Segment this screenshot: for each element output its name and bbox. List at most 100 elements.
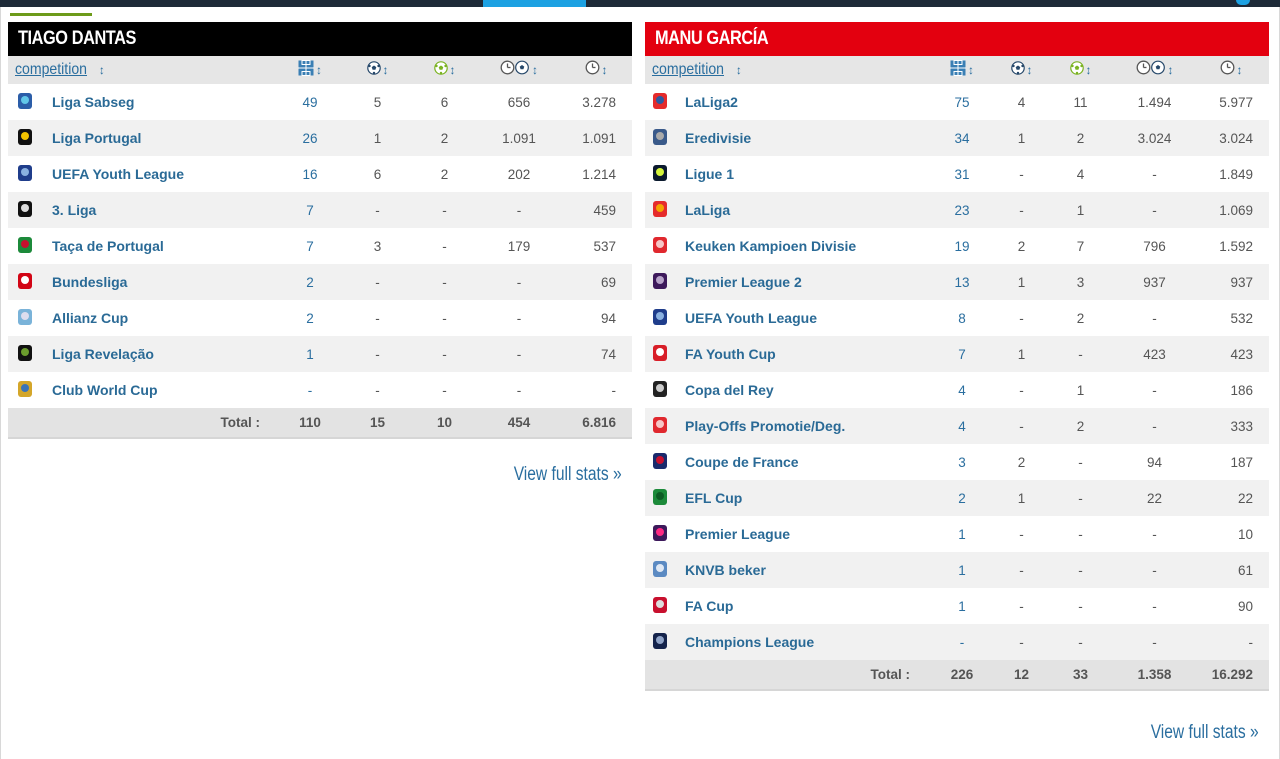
fa-youth-cup-icon[interactable] (650, 343, 670, 366)
sort-icon[interactable]: ↕ (968, 63, 974, 77)
competition-link[interactable]: Club World Cup (52, 382, 158, 398)
sort-icon[interactable]: ↕ (602, 63, 608, 77)
lineup-icon[interactable] (298, 59, 315, 81)
uefa-youth-league-icon[interactable] (15, 163, 35, 186)
apps-link[interactable]: 16 (303, 167, 318, 182)
competition-link[interactable]: Liga Portugal (52, 130, 141, 146)
competition-logo[interactable] (8, 372, 42, 408)
competition-logo[interactable] (645, 264, 675, 300)
assists-header[interactable]: ↕ (411, 56, 478, 84)
competition-link[interactable]: Premier League 2 (685, 274, 802, 290)
competition-link[interactable]: UEFA Youth League (685, 310, 817, 326)
competition-header[interactable]: competition ↕ (8, 56, 276, 84)
copa-del-rey-icon[interactable] (650, 379, 670, 402)
competition-link[interactable]: Liga Revelação (52, 346, 154, 362)
keuken-kampioen-divisie-icon[interactable] (650, 235, 670, 258)
eredivisie-icon[interactable] (650, 127, 670, 150)
competition-logo[interactable] (8, 228, 42, 264)
premier-league-2-icon[interactable] (650, 271, 670, 294)
competition-link[interactable]: Liga Sabseg (52, 94, 134, 110)
competition-link[interactable]: Play-Offs Promotie/Deg. (685, 418, 845, 434)
sort-icon[interactable]: ↕ (1237, 63, 1243, 77)
competition-link[interactable]: Copa del Rey (685, 382, 774, 398)
sort-icon[interactable]: ↕ (1027, 63, 1033, 77)
apps-link[interactable]: 23 (955, 203, 970, 218)
competition-logo[interactable] (8, 264, 42, 300)
coupe-de-france-icon[interactable] (650, 451, 670, 474)
competition-logo[interactable] (645, 300, 675, 336)
fa-cup-icon[interactable] (650, 595, 670, 618)
liga-revelacao-icon[interactable] (15, 343, 35, 366)
uefa-youth-league-icon[interactable] (650, 307, 670, 330)
sort-icon[interactable]: ↕ (736, 63, 742, 77)
competition-link[interactable]: FA Cup (685, 598, 733, 614)
apps-link[interactable]: - (960, 635, 965, 650)
sort-icon[interactable]: ↕ (383, 63, 389, 77)
competition-link[interactable]: UEFA Youth League (52, 166, 184, 182)
knvb-beker-icon[interactable] (650, 559, 670, 582)
competition-link[interactable]: KNVB beker (685, 562, 766, 578)
competition-link[interactable]: Taça de Portugal (52, 238, 164, 254)
competition-logo[interactable] (645, 120, 675, 156)
club-world-cup-icon[interactable] (15, 379, 35, 402)
competition-logo[interactable] (645, 552, 675, 588)
lineup-icon[interactable] (950, 59, 967, 81)
competition-logo[interactable] (645, 84, 675, 120)
competition-logo[interactable] (645, 516, 675, 552)
laliga2-icon[interactable] (650, 91, 670, 114)
competition-link[interactable]: Ligue 1 (685, 166, 734, 182)
competition-link[interactable]: Keuken Kampioen Divisie (685, 238, 856, 254)
apps-link[interactable]: 1 (306, 347, 314, 362)
sort-icon[interactable]: ↕ (99, 63, 105, 77)
apps-link[interactable]: 2 (306, 275, 314, 290)
apps-link[interactable]: 26 (303, 131, 318, 146)
competition-logo[interactable] (8, 336, 42, 372)
competition-header[interactable]: competition ↕ (645, 56, 926, 84)
competition-link[interactable]: EFL Cup (685, 490, 742, 506)
apps-link[interactable]: 49 (303, 95, 318, 110)
competition-link[interactable]: Coupe de France (685, 454, 799, 470)
competition-link[interactable]: LaLiga (685, 202, 730, 218)
competition-logo[interactable] (645, 228, 675, 264)
minutes-header[interactable]: ↕ (560, 56, 632, 84)
apps-link[interactable]: 4 (958, 419, 966, 434)
sort-icon[interactable]: ↕ (316, 63, 322, 77)
competition-logo[interactable] (645, 480, 675, 516)
competition-link[interactable]: Champions League (685, 634, 814, 650)
champions-league-icon[interactable] (650, 631, 670, 654)
minutes-icon[interactable] (1220, 60, 1235, 80)
play-offs-icon[interactable] (650, 415, 670, 438)
sort-icon[interactable]: ↕ (450, 63, 456, 77)
allianz-cup-icon[interactable] (15, 307, 35, 330)
apps-link[interactable]: 7 (306, 239, 314, 254)
apps-link[interactable]: 7 (958, 347, 966, 362)
liga-portugal-icon[interactable] (15, 127, 35, 150)
sort-icon[interactable]: ↕ (532, 63, 538, 77)
view-full-stats-link-right[interactable]: View full stats » (1151, 722, 1259, 744)
minutes-icon[interactable] (585, 60, 600, 80)
competition-logo[interactable] (645, 192, 675, 228)
apps-link[interactable]: 2 (958, 491, 966, 506)
apps-link[interactable]: 4 (958, 383, 966, 398)
view-full-stats-link-left[interactable]: View full stats » (514, 464, 622, 486)
minutes-per-goal-icon[interactable] (500, 60, 530, 80)
assist-ball-icon[interactable] (433, 60, 448, 80)
apps-header[interactable]: ↕ (276, 56, 344, 84)
competition-logo[interactable] (645, 156, 675, 192)
competition-sort-link[interactable]: competition (652, 61, 724, 79)
apps-link[interactable]: 8 (958, 311, 966, 326)
goals-header[interactable]: ↕ (344, 56, 411, 84)
laliga-icon[interactable] (650, 199, 670, 222)
apps-header[interactable]: ↕ (926, 56, 998, 84)
premier-league-icon[interactable] (650, 523, 670, 546)
apps-link[interactable]: 1 (958, 563, 966, 578)
ligue-1-icon[interactable] (650, 163, 670, 186)
competition-link[interactable]: LaLiga2 (685, 94, 738, 110)
apps-link[interactable]: 34 (955, 131, 970, 146)
goals-header[interactable]: ↕ (998, 56, 1045, 84)
apps-link[interactable]: 19 (955, 239, 970, 254)
sort-icon[interactable]: ↕ (1086, 63, 1092, 77)
competition-logo[interactable] (645, 444, 675, 480)
apps-link[interactable]: 2 (306, 311, 314, 326)
competition-logo[interactable] (8, 156, 42, 192)
